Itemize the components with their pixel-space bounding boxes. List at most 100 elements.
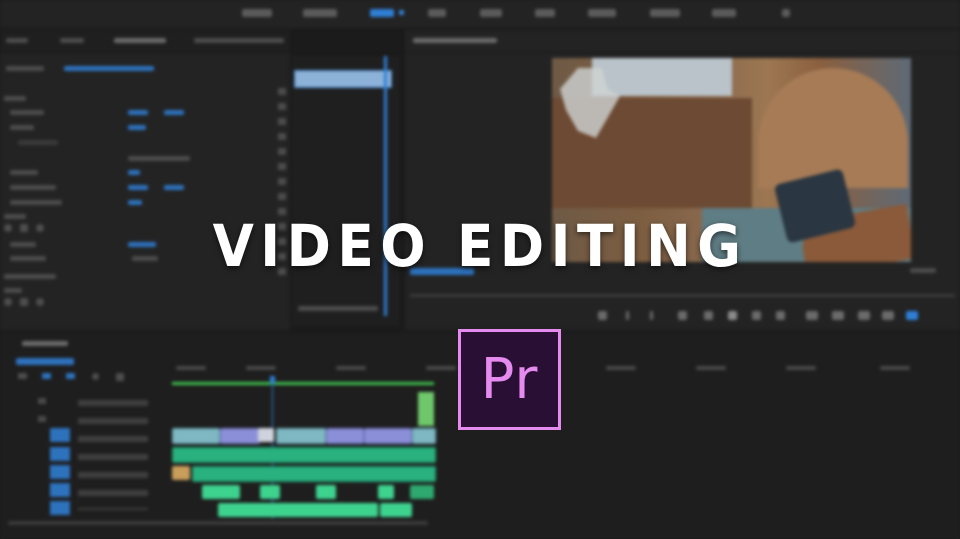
workspace-tab[interactable]: [242, 9, 272, 17]
panel-tab[interactable]: [194, 38, 284, 43]
sequence-clip-label[interactable]: [64, 66, 154, 71]
panel-tab-active[interactable]: [114, 38, 166, 43]
track-header-v2[interactable]: [38, 416, 46, 422]
property-value[interactable]: [128, 125, 146, 130]
go-to-in-icon[interactable]: [678, 311, 687, 320]
nest-toggle-icon[interactable]: [18, 373, 27, 379]
workspace-tab[interactable]: [535, 9, 555, 17]
audio-clip-a3[interactable]: [202, 485, 240, 499]
audio-clip-a2-marker[interactable]: [172, 466, 190, 480]
premiere-pro-logo: Pr: [458, 329, 561, 430]
extract-icon[interactable]: [832, 311, 844, 320]
sequence-tab[interactable]: [22, 341, 68, 346]
thumbnail-title: VIDEO EDITING: [212, 212, 748, 280]
property-label: [4, 214, 26, 219]
property-value[interactable]: [164, 185, 184, 190]
video-clip[interactable]: [412, 428, 436, 444]
track-target-v1[interactable]: [50, 428, 70, 442]
track-target-a3[interactable]: [50, 483, 70, 497]
audio-clip-a4[interactable]: [380, 503, 412, 517]
video-clip[interactable]: [326, 428, 364, 444]
video-clip[interactable]: [220, 428, 260, 444]
export-frame-icon[interactable]: [858, 311, 870, 320]
mark-in-icon[interactable]: [626, 311, 629, 320]
timeline-timecode[interactable]: [16, 358, 74, 365]
wrench-icon[interactable]: [116, 373, 124, 381]
ruler-timecode: [336, 366, 366, 370]
comparison-view-icon[interactable]: [882, 311, 894, 320]
add-marker-icon[interactable]: [598, 311, 607, 320]
workspace-tab[interactable]: [428, 9, 446, 17]
step-forward-icon[interactable]: [752, 311, 761, 320]
workspace-menu-icon[interactable]: [782, 9, 790, 17]
property-value[interactable]: [128, 110, 148, 115]
property-value[interactable]: [128, 185, 148, 190]
program-monitor-header: [405, 30, 960, 53]
ruler-timecode: [786, 366, 816, 370]
track-target-a1[interactable]: [50, 447, 70, 461]
video-clip[interactable]: [364, 428, 412, 444]
workspace-tab-active[interactable]: [370, 9, 404, 17]
step-back-icon[interactable]: [704, 311, 713, 320]
settings-icon[interactable]: [906, 311, 918, 320]
track-header-v3[interactable]: [38, 398, 46, 404]
pen-mask-icon[interactable]: [36, 298, 44, 306]
ellipse-mask-icon[interactable]: [4, 298, 12, 306]
playback-scrubber[interactable]: [410, 294, 955, 297]
audio-clip-a3[interactable]: [410, 485, 434, 499]
lift-icon[interactable]: [806, 311, 818, 320]
property-label: [10, 110, 44, 115]
track-controls[interactable]: [78, 400, 148, 510]
property-value[interactable]: [164, 110, 184, 115]
workspace-tab[interactable]: [588, 9, 616, 17]
video-clip-selected[interactable]: [258, 428, 274, 442]
snap-icon[interactable]: [42, 373, 51, 379]
mark-out-icon[interactable]: [650, 311, 653, 320]
linked-selection-icon[interactable]: [66, 373, 75, 379]
rectangle-mask-icon[interactable]: [20, 298, 28, 306]
clip-bar[interactable]: [294, 70, 392, 88]
program-monitor-tab[interactable]: [413, 38, 497, 43]
add-marker-icon[interactable]: [92, 373, 99, 380]
property-label: [4, 96, 26, 101]
ruler-timecode: [176, 366, 206, 370]
property-label: [10, 242, 36, 247]
workspace-tab[interactable]: [480, 9, 502, 17]
rectangle-mask-icon[interactable]: [20, 224, 28, 232]
playhead-head[interactable]: [270, 376, 275, 384]
adjustment-layer-clip[interactable]: [418, 392, 434, 426]
property-label: [10, 200, 62, 205]
uniform-scale-checkbox[interactable]: [128, 156, 190, 161]
go-to-out-icon[interactable]: [776, 311, 785, 320]
premiere-pro-logo-text: Pr: [480, 347, 539, 412]
audio-clip-a3[interactable]: [316, 485, 336, 499]
effect-controls-timeline: [292, 56, 400, 326]
property-value[interactable]: [128, 200, 142, 205]
property-label: [10, 170, 38, 175]
video-clip[interactable]: [172, 428, 220, 444]
effect-controls-panel: [0, 30, 290, 330]
audio-clip-a3[interactable]: [260, 485, 280, 499]
zoom-scrollbar[interactable]: [298, 306, 378, 311]
workspace-tab[interactable]: [712, 9, 736, 17]
panel-tab[interactable]: [60, 38, 84, 43]
property-label: [10, 185, 56, 190]
workspace-tab[interactable]: [650, 9, 680, 17]
ellipse-mask-icon[interactable]: [4, 224, 12, 232]
audio-clip-a4[interactable]: [218, 503, 378, 517]
master-label: [6, 66, 44, 71]
track-target-a2[interactable]: [50, 465, 70, 479]
audio-clip-a2[interactable]: [192, 466, 436, 482]
audio-clip-a3[interactable]: [378, 485, 394, 499]
property-value[interactable]: [128, 170, 140, 175]
audio-clip-a1[interactable]: [172, 447, 436, 463]
panel-tab[interactable]: [6, 38, 28, 43]
timeline-horizontal-scrollbar[interactable]: [8, 521, 428, 525]
play-icon[interactable]: [728, 311, 737, 320]
property-label: [18, 140, 58, 145]
workspace-tab[interactable]: [303, 9, 337, 17]
track-target-a4[interactable]: [50, 501, 70, 515]
panel-tabs: [0, 30, 290, 53]
work-area-bar[interactable]: [172, 382, 434, 385]
video-clip[interactable]: [276, 428, 326, 444]
